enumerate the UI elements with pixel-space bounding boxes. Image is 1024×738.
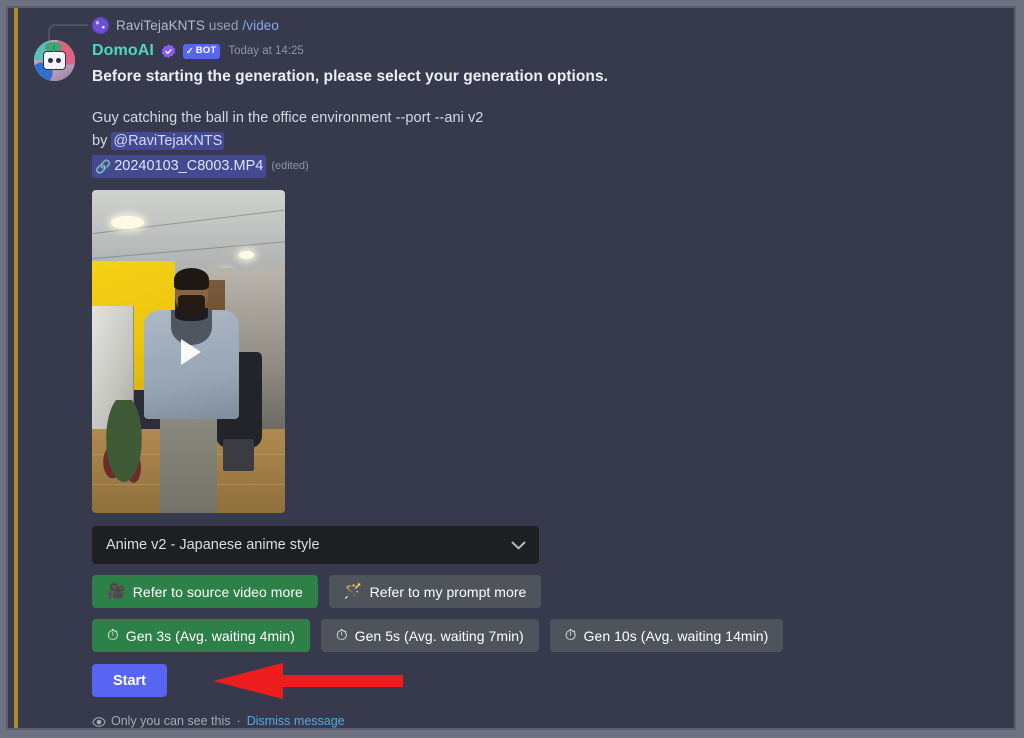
verified-badge-icon [161, 43, 176, 58]
play-button-icon[interactable] [162, 325, 216, 379]
attachment-filename: 20240103_C8003.MP4 [114, 158, 264, 174]
bot-username[interactable]: DomoAI [92, 42, 154, 60]
duration-button-row: ⏱ Gen 3s (Avg. waiting 4min) ⏱ Gen 5s (A… [92, 619, 1014, 652]
paperclip-icon: 🔗 [95, 159, 112, 174]
red-arrow-pointing-to-start-button [213, 663, 403, 699]
refer-my-prompt-button[interactable]: 🪄 Refer to my prompt more [328, 575, 542, 608]
gen-10s-label: Gen 10s (Avg. waiting 14min) [583, 627, 769, 644]
avatar-antenna [53, 45, 55, 52]
style-dropdown-value: Anime v2 - Japanese anime style [106, 536, 320, 553]
generation-prompt-text: Guy catching the ball in the office envi… [92, 110, 484, 126]
style-dropdown[interactable]: Anime v2 - Japanese anime style [92, 526, 539, 564]
bot-tag-label: BOT [195, 45, 217, 57]
generation-author-line: by @RaviTejaKNTS [92, 131, 1014, 152]
attachment-chip[interactable]: 🔗 20240103_C8003.MP4 [92, 155, 267, 178]
domoai-bot-avatar[interactable] [34, 40, 75, 81]
command-header-text: RaviTejaKNTS used /video [116, 18, 279, 33]
dismiss-message-link[interactable]: Dismiss message [247, 711, 345, 728]
by-prefix-label: by [92, 133, 108, 149]
stopwatch-emoji: ⏱ [564, 627, 577, 644]
generation-info-block: Guy catching the ball in the office envi… [92, 108, 1014, 728]
play-triangle [181, 338, 201, 365]
start-button-row: Start [92, 663, 1014, 699]
gen-10s-button[interactable]: ⏱ Gen 10s (Avg. waiting 14min) [549, 619, 784, 652]
gen-5s-button[interactable]: ⏱ Gen 5s (Avg. waiting 7min) [320, 619, 539, 652]
refer-my-prompt-label: Refer to my prompt more [369, 583, 527, 600]
thumbnail-ceiling-light [111, 215, 145, 229]
gen-3s-label: Gen 3s (Avg. waiting 4min) [125, 627, 295, 644]
stopwatch-emoji: ⏱ [107, 627, 119, 644]
bot-message-header: DomoAI ✓ BOT Today at 14:25 [92, 40, 1014, 62]
footer-separator: · [236, 714, 241, 728]
command-slash-name[interactable]: /video [242, 18, 279, 33]
thumbnail-person-beard [177, 294, 205, 316]
discord-message-frame: RaviTejaKNTS used /video DomoAI ✓ BOT To… [6, 6, 1016, 730]
magic-wand-emoji: 🪄 [343, 583, 363, 600]
ephemeral-text: Only you can see this [111, 714, 231, 728]
refer-source-video-button[interactable]: 🎥 Refer to source video more [92, 575, 318, 608]
bot-tag-badge: ✓ BOT [182, 43, 221, 59]
ephemeral-footer: Only you can see this · Dismiss message [92, 711, 1014, 728]
author-mention[interactable]: @RaviTejaKNTS [111, 132, 225, 150]
avatar-eye-left [48, 58, 53, 63]
message-area: RaviTejaKNTS used /video DomoAI ✓ BOT To… [24, 8, 1014, 728]
message-timestamp: Today at 14:25 [228, 45, 304, 57]
bot-tag-check-icon: ✓ [185, 45, 194, 56]
thumbnail-person-legs [159, 416, 218, 513]
bot-message: DomoAI ✓ BOT Today at 14:25 Before start… [24, 38, 1014, 728]
gen-5s-label: Gen 5s (Avg. waiting 7min) [354, 627, 524, 644]
video-camera-emoji: 🎥 [107, 583, 126, 600]
screenshot-root: RaviTejaKNTS used /video DomoAI ✓ BOT To… [0, 0, 1024, 738]
stopwatch-emoji: ⏱ [335, 627, 348, 644]
ephemeral-accent-bar [14, 8, 18, 728]
command-header: RaviTejaKNTS used /video [24, 12, 1014, 46]
gen-3s-button[interactable]: ⏱ Gen 3s (Avg. waiting 4min) [92, 619, 310, 652]
avatar-robot-head [43, 51, 66, 70]
command-username[interactable]: RaviTejaKNTS [116, 18, 205, 33]
edited-label: (edited) [271, 160, 309, 172]
video-preview-thumbnail[interactable] [92, 190, 285, 513]
bot-message-title: Before starting the generation, please s… [92, 68, 608, 85]
raviteja-user-avatar[interactable] [92, 16, 109, 34]
command-used-text: used [208, 17, 239, 33]
refer-source-video-label: Refer to source video more [132, 583, 303, 600]
thumbnail-plant [99, 399, 148, 497]
avatar-eye-right [56, 58, 61, 63]
reference-button-row: 🎥 Refer to source video more 🪄 Refer to … [92, 575, 1014, 608]
start-button[interactable]: Start [92, 664, 167, 697]
eye-icon [92, 716, 106, 727]
thumbnail-chair-base [223, 438, 255, 471]
chevron-down-icon [511, 541, 526, 549]
thumbnail-person-hair [174, 267, 209, 291]
generation-attachment-line: 🔗 20240103_C8003.MP4 (edited) [92, 155, 1014, 178]
